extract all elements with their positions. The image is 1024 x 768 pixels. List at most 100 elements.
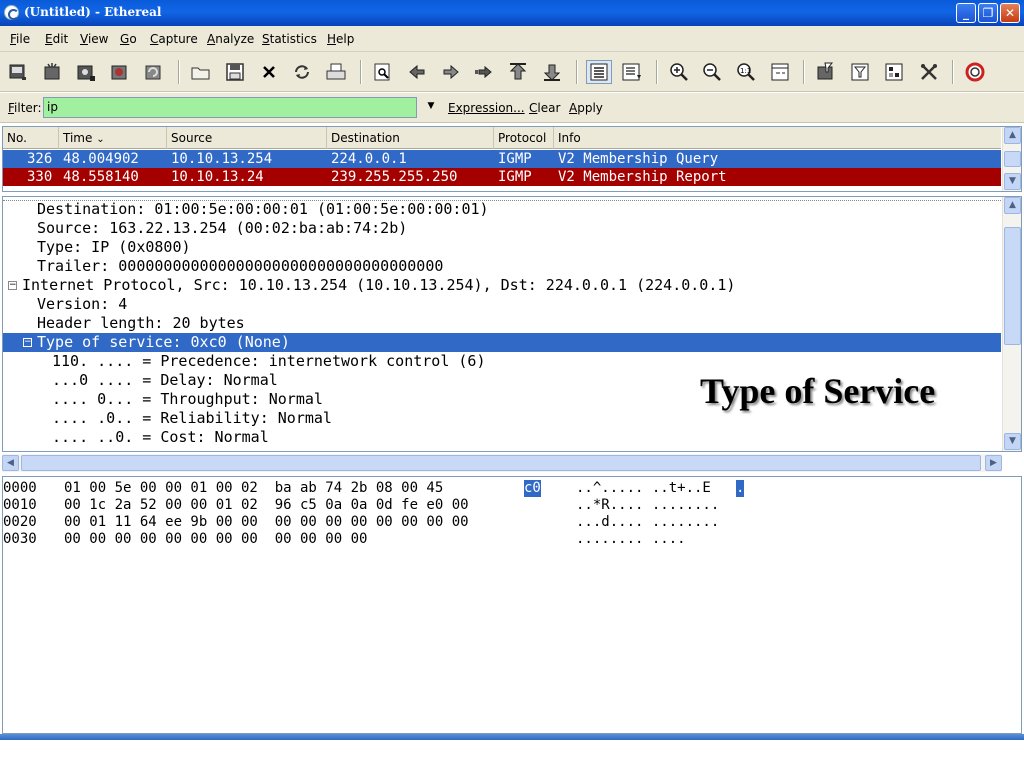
menu-edit[interactable]: Edit: [45, 32, 68, 46]
restart-capture-icon[interactable]: [141, 60, 167, 84]
hex-byte-selected[interactable]: c0: [524, 480, 541, 497]
hex-bytes[interactable]: 00 1c 2a 52 00 00 01 02 96 c5 0a 0a 0d f…: [64, 497, 469, 514]
details-horizontal-scrollbar[interactable]: ◀ ▶: [2, 454, 1002, 472]
detail-text: 110. .... = Precedence: internetwork con…: [52, 352, 486, 370]
close-file-icon[interactable]: [256, 60, 282, 84]
title-bar: (Untitled) - Ethereal _ ❐ ✕: [0, 0, 1024, 26]
menu-statistics[interactable]: Statistics: [262, 32, 317, 46]
detail-line[interactable]: 110. .... = Precedence: internetwork con…: [3, 352, 1001, 371]
hex-ascii[interactable]: ..^..... ..t+..E: [576, 480, 711, 497]
stop-capture-icon[interactable]: [107, 60, 133, 84]
filter-input[interactable]: ip: [43, 97, 417, 118]
menu-capture[interactable]: Capture: [150, 32, 198, 46]
apply-button[interactable]: Apply: [569, 101, 603, 115]
capture-options-icon[interactable]: [40, 60, 66, 84]
auto-scroll-icon[interactable]: [619, 60, 645, 84]
start-capture-icon[interactable]: [73, 60, 99, 84]
detail-line[interactable]: Header length: 20 bytes: [3, 314, 1001, 333]
scroll-up-arrow-icon[interactable]: ▲: [1004, 197, 1021, 214]
maximize-button[interactable]: ❐: [978, 3, 998, 23]
hex-bytes[interactable]: 00 00 00 00 00 00 00 00 00 00 00 00: [64, 531, 367, 548]
hex-ascii[interactable]: ...d.... ........: [576, 514, 719, 531]
hex-offset[interactable]: 0000: [3, 480, 37, 497]
packet-row[interactable]: 330 48.558140 10.10.13.24 239.255.255.250 IG…: [3, 168, 1001, 186]
find-packet-icon[interactable]: [370, 60, 396, 84]
detail-text: .... 0... = Throughput: Normal: [52, 390, 323, 408]
go-back-icon[interactable]: [404, 60, 430, 84]
details-scrollbar[interactable]: ▲ ▼: [1002, 197, 1021, 451]
detail-line[interactable]: Destination: 01:00:5e:00:00:01 (01:00:5e…: [3, 200, 1001, 219]
packet-cell-protocol: IGMP: [498, 169, 532, 185]
hex-ascii-selected[interactable]: .: [736, 480, 745, 497]
go-first-icon[interactable]: [505, 60, 531, 84]
scroll-right-arrow-icon[interactable]: ▶: [985, 455, 1002, 471]
close-button[interactable]: ✕: [1000, 3, 1020, 23]
scroll-thumb[interactable]: [1004, 227, 1021, 345]
toolbar-separator: [576, 60, 578, 84]
scroll-thumb[interactable]: [1004, 151, 1021, 167]
scroll-left-arrow-icon[interactable]: ◀: [2, 455, 19, 471]
hex-bytes[interactable]: 00 01 11 64 ee 9b 00 00 00 00 00 00 00 0…: [64, 514, 469, 531]
capture-filters-icon[interactable]: [813, 60, 839, 84]
detail-line[interactable]: − Internet Protocol, Src: 10.10.13.254 (1…: [3, 276, 1001, 295]
packet-row[interactable]: 326 48.004902 10.10.13.254 224.0.0.1 IGMP V2 …: [3, 150, 1001, 168]
zoom-in-icon[interactable]: [666, 60, 692, 84]
column-header-destination[interactable]: Destination: [327, 127, 494, 149]
save-file-icon[interactable]: [222, 60, 248, 84]
expression-button[interactable]: Expression...: [448, 101, 525, 115]
packet-cell-destination: 239.255.255.250: [331, 169, 458, 185]
column-header-protocol[interactable]: Protocol: [494, 127, 554, 149]
hex-offset[interactable]: 0020: [3, 514, 37, 531]
detail-line[interactable]: Source: 163.22.13.254 (00:02:ba:ab:74:2b…: [3, 219, 1001, 238]
interfaces-icon[interactable]: [5, 60, 31, 84]
collapse-icon[interactable]: −: [8, 281, 17, 290]
ethereal-app-icon[interactable]: [4, 5, 19, 20]
hex-offset[interactable]: 0010: [3, 497, 37, 514]
filter-label: Filter:: [8, 101, 42, 115]
column-header-no[interactable]: No.: [3, 127, 59, 149]
zoom-out-icon[interactable]: [699, 60, 725, 84]
print-icon[interactable]: [323, 60, 349, 84]
detail-line[interactable]: − Type of service: 0xc0 (None): [3, 333, 1001, 352]
filter-dropdown-arrow-icon[interactable]: ▼: [424, 101, 438, 115]
display-filters-icon[interactable]: [847, 60, 873, 84]
detail-line[interactable]: .... ..0. = Cost: Normal: [3, 428, 1001, 447]
detail-line[interactable]: Type: IP (0x0800): [3, 238, 1001, 257]
colorize-icon[interactable]: [586, 60, 612, 84]
zoom-normal-icon[interactable]: 1:1: [733, 60, 759, 84]
scroll-down-arrow-icon[interactable]: ▼: [1004, 433, 1021, 450]
reload-icon[interactable]: [289, 60, 315, 84]
help-icon[interactable]: [962, 60, 988, 84]
collapse-icon[interactable]: −: [23, 338, 32, 347]
packet-list-scrollbar[interactable]: ▲ ▼: [1002, 127, 1021, 191]
scroll-down-arrow-icon[interactable]: ▼: [1004, 173, 1021, 190]
menu-analyze[interactable]: Analyze: [207, 32, 254, 46]
go-forward-icon[interactable]: [438, 60, 464, 84]
menu-file[interactable]: File: [10, 32, 30, 46]
menu-go[interactable]: Go: [120, 32, 137, 46]
detail-line[interactable]: Version: 4: [3, 295, 1001, 314]
preferences-icon[interactable]: [916, 60, 942, 84]
detail-text: Type of service: 0xc0 (None): [37, 333, 290, 351]
hex-ascii[interactable]: ..*R.... ........: [576, 497, 719, 514]
minimize-button[interactable]: _: [956, 3, 976, 23]
resize-columns-icon[interactable]: [767, 60, 793, 84]
detail-line[interactable]: Trailer: 0000000000000000000000000000000…: [3, 257, 1001, 276]
coloring-rules-icon[interactable]: [881, 60, 907, 84]
go-to-packet-icon[interactable]: [471, 60, 497, 84]
menu-help[interactable]: Help: [327, 32, 354, 46]
column-header-info[interactable]: Info: [554, 127, 1001, 149]
hex-offset[interactable]: 0030: [3, 531, 37, 548]
hex-ascii[interactable]: ........ ....: [576, 531, 686, 548]
menu-view[interactable]: View: [80, 32, 108, 46]
hex-bytes[interactable]: 01 00 5e 00 00 01 00 02 ba ab 74 2b 08 0…: [64, 480, 452, 497]
clear-button[interactable]: Clear: [529, 101, 560, 115]
column-header-source[interactable]: Source: [167, 127, 327, 149]
horizontal-scroll-thumb[interactable]: [21, 455, 981, 471]
go-last-icon[interactable]: [539, 60, 565, 84]
main-toolbar: 1:1: [0, 52, 1024, 92]
scroll-up-arrow-icon[interactable]: ▲: [1004, 127, 1021, 144]
column-header-time[interactable]: Time ⌄: [59, 127, 167, 149]
open-file-icon[interactable]: [188, 60, 214, 84]
detail-text: Source: 163.22.13.254 (00:02:ba:ab:74:2b…: [37, 219, 408, 237]
